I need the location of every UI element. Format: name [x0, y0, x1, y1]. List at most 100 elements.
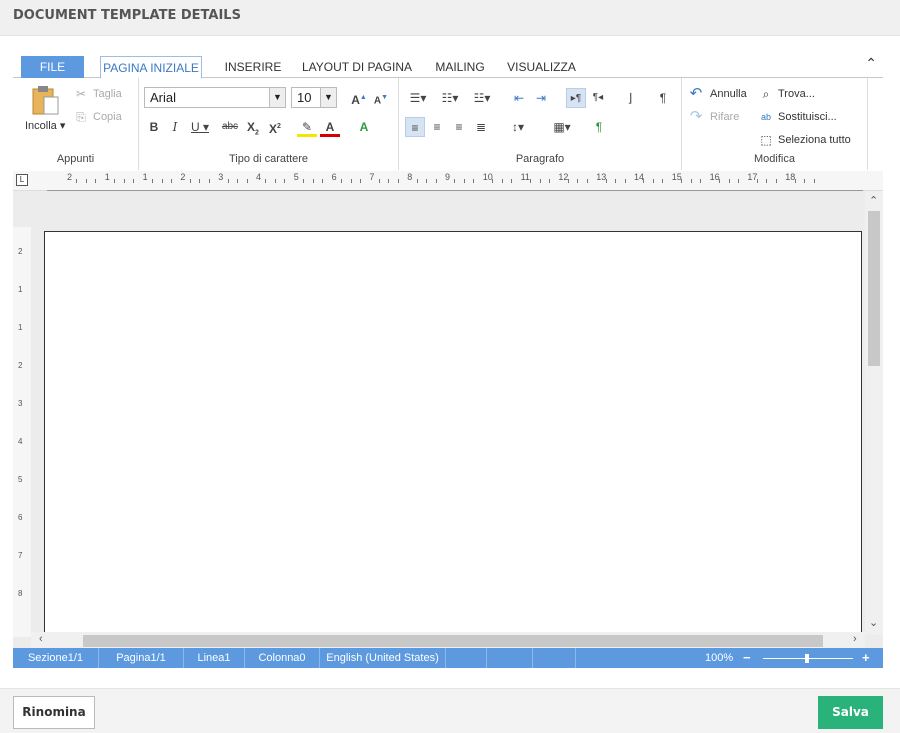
clear-format-icon[interactable]: A	[354, 117, 374, 137]
replace-button[interactable]: ab Sostituisci...	[758, 110, 837, 124]
shrink-font-icon[interactable]: A▼	[371, 88, 391, 108]
align-left-icon[interactable]: ≡	[405, 117, 425, 137]
save-button[interactable]: Salva	[818, 696, 883, 729]
ruler-number: 2	[18, 361, 23, 370]
clipboard-icon	[32, 86, 59, 115]
numbered-list-icon[interactable]: ☷▾	[437, 88, 463, 108]
zoom-slider-handle[interactable]	[805, 654, 809, 663]
ruler-tick	[719, 179, 721, 183]
select-all-label: Seleziona tutto	[778, 134, 851, 146]
ruler-number: 2	[67, 172, 73, 182]
increase-indent-icon[interactable]: ⇥	[531, 88, 551, 108]
rtl-icon[interactable]: ¶◂	[588, 88, 608, 108]
footer-bar: Rinomina Salva	[0, 688, 900, 733]
vertical-scrollbar[interactable]: ⌃ ⌄	[865, 191, 883, 635]
tab-stop-icon[interactable]: L	[16, 174, 28, 186]
scroll-right-icon[interactable]: ›	[853, 633, 857, 645]
ruler-tick	[341, 179, 343, 183]
tab-pagina-iniziale[interactable]: PAGINA INIZIALE	[100, 56, 202, 79]
ruler-tick	[397, 179, 399, 183]
ruler-tick	[350, 179, 352, 183]
status-empty-2	[487, 648, 533, 668]
status-empty-3	[533, 648, 576, 668]
justify-icon[interactable]: ≣	[471, 117, 491, 137]
select-all-button[interactable]: ⬚ Seleziona tutto	[758, 133, 851, 147]
bold-icon[interactable]: B	[144, 117, 164, 137]
paste-button[interactable]: Incolla ▾	[25, 84, 65, 134]
select-all-icon: ⬚	[760, 133, 772, 147]
subscript-icon[interactable]: X2	[243, 117, 263, 137]
font-family-value: Arial	[150, 90, 177, 105]
zoom-out-icon[interactable]: −	[743, 648, 751, 668]
ruler-tick	[492, 179, 494, 183]
copy-button[interactable]: ⎘ Copia	[73, 110, 122, 124]
strikethrough-icon[interactable]: abc	[219, 117, 241, 137]
ruler-tick	[85, 179, 87, 183]
scroll-down-icon[interactable]: ⌄	[869, 616, 878, 629]
status-bar: Sezione1/1 Pagina1/1 Linea1 Colonna0 Eng…	[13, 648, 883, 668]
font-size-select[interactable]: 10 ▼	[291, 87, 337, 108]
status-language[interactable]: English (United States)	[320, 648, 446, 668]
status-column: Colonna0	[245, 648, 320, 668]
borders-icon[interactable]: ▦▾	[549, 117, 575, 137]
multilevel-list-icon[interactable]: ☳▾	[469, 88, 495, 108]
zoom-in-icon[interactable]: +	[862, 648, 870, 668]
page-break-icon[interactable]: ⌋	[620, 88, 640, 108]
ruler-number: 11	[520, 172, 530, 182]
scroll-left-icon[interactable]: ‹	[39, 633, 43, 645]
find-button[interactable]: ⌕ Trova...	[758, 87, 815, 101]
replace-icon: ab	[760, 112, 771, 122]
ltr-icon[interactable]: ▸¶	[566, 88, 586, 108]
horizontal-scroll-thumb[interactable]	[83, 635, 823, 647]
status-section: Sezione1/1	[13, 648, 99, 668]
tab-mailing[interactable]: MAILING	[431, 56, 489, 78]
ruler-tick	[643, 179, 645, 183]
font-family-select[interactable]: Arial ▼	[144, 87, 286, 108]
window-title: DOCUMENT TEMPLATE DETAILS	[13, 8, 241, 23]
tab-file[interactable]: FILE	[21, 56, 84, 78]
vertical-ruler[interactable]: 2 1 1 2 3 4 5 6 7 8	[13, 227, 31, 637]
zoom-level: 100%	[705, 652, 734, 664]
redo-button[interactable]: ↷ Rifare	[688, 108, 740, 125]
ribbon: Incolla ▾ ✂ Taglia ⎘ Copia Appunti Arial…	[13, 78, 883, 170]
status-page: Pagina1/1	[99, 648, 184, 668]
highlight-icon[interactable]: ✎	[297, 117, 317, 137]
horizontal-scrollbar[interactable]: ‹ ›	[31, 632, 865, 649]
undo-label: Annulla	[710, 88, 747, 100]
grow-font-icon[interactable]: A▲	[349, 88, 369, 108]
ruler-number: 6	[18, 513, 23, 522]
cut-button[interactable]: ✂ Taglia	[73, 87, 122, 101]
collapse-ribbon-icon[interactable]: ⌃	[865, 55, 877, 72]
document-page[interactable]	[44, 231, 862, 641]
tab-layout-di-pagina[interactable]: LAYOUT DI PAGINA	[301, 56, 413, 78]
vertical-scroll-thumb[interactable]	[868, 211, 880, 366]
ruler-tick	[652, 179, 654, 183]
ruler-number: 7	[369, 172, 375, 182]
line-spacing-icon[interactable]: ↕▾	[505, 117, 531, 137]
ruler-tick	[133, 179, 135, 183]
redo-icon: ↷	[689, 108, 703, 125]
ribbon-tabs: FILE PAGINA INIZIALE INSERIRE LAYOUT DI …	[13, 53, 883, 79]
italic-icon[interactable]: I	[165, 117, 185, 137]
align-center-icon[interactable]: ≡	[427, 117, 447, 137]
decrease-indent-icon[interactable]: ⇤	[509, 88, 529, 108]
zoom-slider[interactable]	[763, 654, 853, 663]
ruler-tick	[624, 179, 626, 183]
bullet-list-icon[interactable]: ☰▾	[405, 88, 431, 108]
tab-inserire[interactable]: INSERIRE	[218, 56, 288, 78]
paragraph-format-icon[interactable]: ¶	[589, 117, 609, 137]
scroll-up-icon[interactable]: ⌃	[869, 194, 878, 207]
pilcrow-icon[interactable]: ¶	[653, 88, 673, 108]
horizontal-ruler[interactable]: L 2 1 1 2 3 4 5 6 7 8 9 10 11 12 13 14 15 16 17 18	[13, 171, 883, 191]
font-color-icon[interactable]: A	[320, 117, 340, 137]
superscript-icon[interactable]: X2	[265, 117, 285, 137]
undo-button[interactable]: ↶ Annulla	[688, 86, 747, 101]
paste-label: Incolla ▾	[25, 120, 66, 132]
group-font: Arial ▼ 10 ▼ A▲ A▼ B I U ▾ abc X2 X2 ✎ A…	[139, 78, 399, 170]
ruler-tick	[463, 179, 465, 183]
ruler-tick	[804, 179, 806, 183]
rename-button[interactable]: Rinomina	[13, 696, 95, 729]
tab-visualizza[interactable]: VISUALIZZA	[504, 56, 579, 78]
align-right-icon[interactable]: ≡	[449, 117, 469, 137]
underline-icon[interactable]: U ▾	[187, 117, 213, 137]
